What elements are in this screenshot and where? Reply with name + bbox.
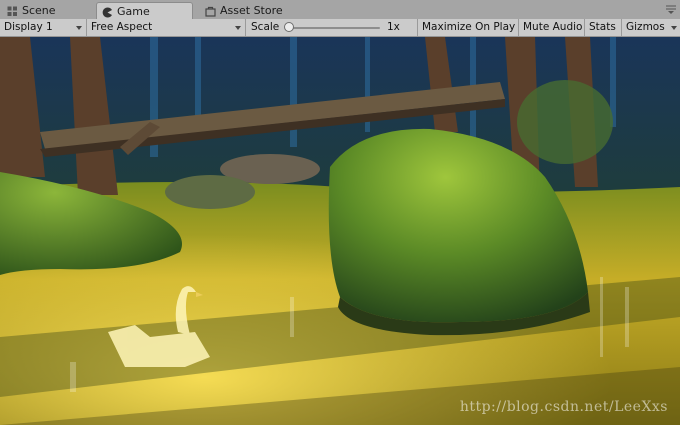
tab-asset-store-label: Asset Store [220, 4, 283, 17]
maximize-on-play-label: Maximize On Play [422, 21, 516, 33]
aspect-dropdown-label: Free Aspect [91, 21, 153, 33]
forest-swamp-scene [0, 37, 680, 425]
watermark-text: http://blog.csdn.net/LeeXxs [459, 399, 668, 415]
mute-audio-toggle[interactable]: Mute Audio [519, 19, 585, 36]
gizmos-dropdown[interactable]: Gizmos [622, 19, 680, 36]
mute-audio-label: Mute Audio [523, 21, 583, 33]
tab-scene-label: Scene [22, 4, 56, 17]
tab-game[interactable]: Game [96, 2, 193, 19]
tab-context-menu-icon[interactable] [665, 4, 677, 14]
display-dropdown-label: Display 1 [4, 21, 53, 33]
display-dropdown[interactable]: Display 1 [0, 19, 87, 36]
scene-grid-icon [7, 5, 18, 16]
chevron-down-icon [76, 26, 82, 30]
chevron-down-icon [235, 26, 241, 30]
maximize-on-play-toggle[interactable]: Maximize On Play [418, 19, 519, 36]
asset-store-icon [205, 5, 216, 17]
game-pacman-icon [102, 6, 113, 17]
scale-slider-thumb[interactable] [284, 22, 294, 32]
tab-scene[interactable]: Scene [2, 2, 84, 19]
game-view-toolbar: Display 1 Free Aspect Scale 1x Maximize … [0, 19, 680, 37]
game-view-viewport[interactable]: http://blog.csdn.net/LeeXxs [0, 37, 680, 425]
aspect-dropdown[interactable]: Free Aspect [87, 19, 246, 36]
tab-game-label: Game [117, 4, 150, 18]
scale-slider-track[interactable] [289, 27, 380, 29]
stats-toggle[interactable]: Stats [585, 19, 622, 36]
tab-asset-store[interactable]: Asset Store [200, 2, 296, 19]
stats-label: Stats [589, 21, 616, 33]
editor-tab-bar: Scene Game Asset Store [0, 0, 680, 20]
scale-label: Scale [251, 21, 280, 33]
chevron-down-icon [671, 26, 677, 30]
scale-value: 1x [387, 21, 400, 33]
gizmos-label: Gizmos [626, 21, 665, 33]
